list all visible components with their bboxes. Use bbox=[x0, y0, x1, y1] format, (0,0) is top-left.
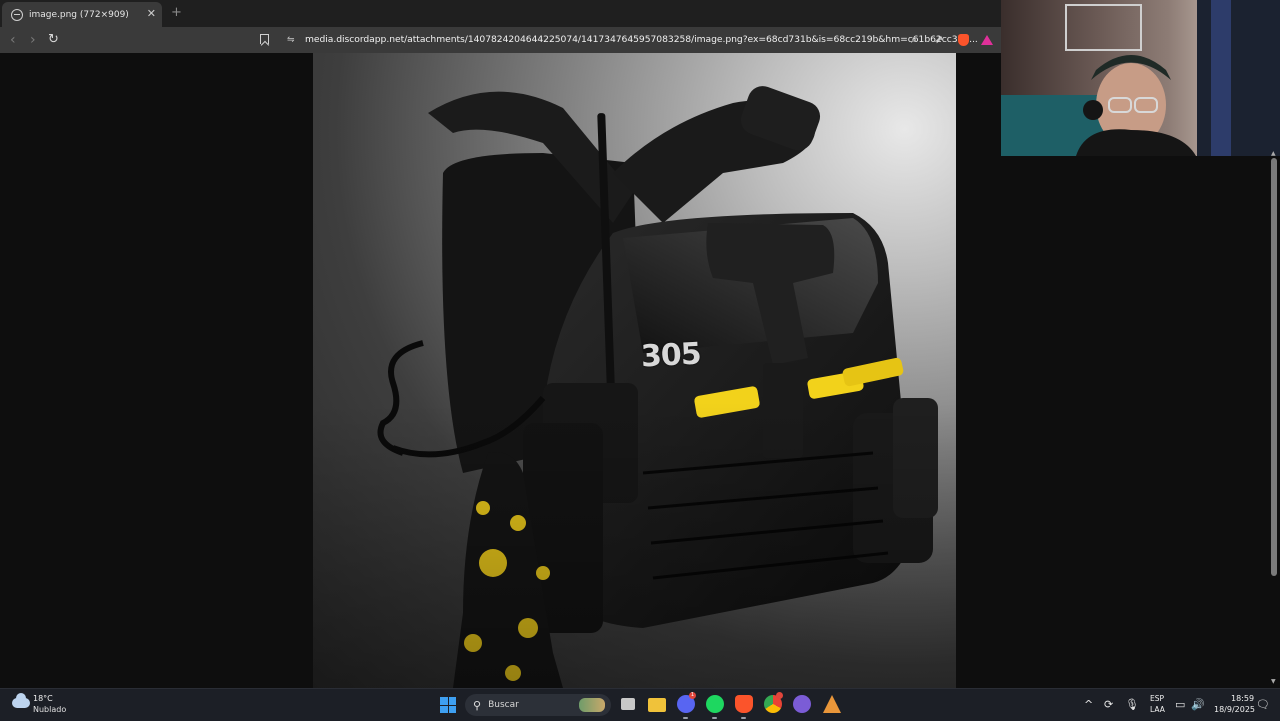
tab-title: image.png (772×909) bbox=[29, 9, 129, 20]
weather-temperature[interactable]: 18°C bbox=[33, 694, 53, 703]
zoom-icon[interactable]: ⌕ bbox=[911, 33, 917, 47]
address-bar[interactable]: media.discordapp.net/attachments/1407824… bbox=[305, 34, 978, 45]
browser-toolbar: ‹ › ↻ ⇋ media.discordapp.net/attachments… bbox=[0, 27, 1001, 53]
reload-button[interactable]: ↻ bbox=[48, 32, 59, 48]
scroll-down-arrow[interactable]: ▼ bbox=[1271, 678, 1276, 685]
bookmark-icon[interactable] bbox=[260, 34, 269, 44]
taskbar-search[interactable]: ⚲ Buscar bbox=[465, 694, 611, 716]
windows-start-icon[interactable] bbox=[440, 697, 456, 713]
tray-overflow-icon[interactable]: ^ bbox=[1084, 698, 1093, 711]
search-highlight-icon bbox=[579, 698, 605, 712]
input-language[interactable]: ESP bbox=[1150, 694, 1164, 703]
share-icon[interactable]: ⇗ bbox=[934, 33, 943, 46]
file-explorer-icon[interactable] bbox=[648, 698, 666, 712]
tab-close-icon[interactable]: ✕ bbox=[147, 7, 156, 20]
app-circle-icon[interactable] bbox=[793, 695, 811, 713]
tactical-vest-render bbox=[377, 86, 938, 688]
brave-browser-icon[interactable] bbox=[735, 695, 753, 713]
discord-notification-badge: 1 bbox=[689, 692, 696, 699]
weather-condition[interactable]: Nublado bbox=[33, 705, 66, 714]
input-layout[interactable]: LAA bbox=[1150, 705, 1165, 714]
brave-shields-icon[interactable] bbox=[958, 34, 969, 46]
brave-rewards-icon[interactable] bbox=[981, 35, 993, 45]
discord-running-indicator bbox=[683, 717, 688, 719]
vertical-scrollbar[interactable] bbox=[1271, 158, 1277, 576]
notification-icon[interactable]: 🗨 bbox=[1256, 698, 1270, 711]
webcam-person bbox=[1001, 0, 1280, 156]
browser-tab[interactable]: image.png (772×909) ✕ bbox=[2, 2, 162, 27]
chrome-notification-badge bbox=[776, 692, 783, 699]
spotify-running-indicator bbox=[712, 717, 717, 719]
site-controls-icon[interactable]: ⇋ bbox=[287, 35, 295, 45]
back-button[interactable]: ‹ bbox=[10, 32, 16, 48]
search-label: Buscar bbox=[488, 700, 519, 710]
cloud-icon[interactable] bbox=[12, 693, 30, 708]
vlc-icon[interactable] bbox=[823, 695, 841, 713]
display-icon[interactable]: ▭ bbox=[1175, 698, 1185, 711]
clock-time[interactable]: 18:59 bbox=[1231, 694, 1254, 703]
forward-button[interactable]: › bbox=[30, 32, 36, 48]
windows-taskbar: 18°C Nublado ⚲ Buscar 1 ^ ⟳ 🎙 ESP LAA ▭ … bbox=[0, 688, 1280, 721]
globe-icon bbox=[11, 8, 23, 21]
sync-icon[interactable]: ⟳ bbox=[1104, 698, 1113, 711]
task-view-icon[interactable] bbox=[621, 698, 635, 710]
spotify-icon[interactable] bbox=[706, 695, 724, 713]
vest-number-patch: 305 bbox=[640, 336, 702, 375]
new-tab-button[interactable]: + bbox=[171, 5, 182, 20]
scroll-up-arrow[interactable]: ▲ bbox=[1271, 150, 1276, 157]
brave-running-indicator bbox=[741, 717, 746, 719]
volume-icon[interactable]: 🔊 bbox=[1191, 698, 1205, 711]
displayed-image: 305 bbox=[313, 53, 956, 688]
search-icon: ⚲ bbox=[473, 698, 482, 712]
webcam-overlay bbox=[1001, 0, 1280, 156]
microphone-icon[interactable]: 🎙 bbox=[1125, 698, 1139, 711]
clock-date[interactable]: 18/9/2025 bbox=[1214, 705, 1255, 714]
